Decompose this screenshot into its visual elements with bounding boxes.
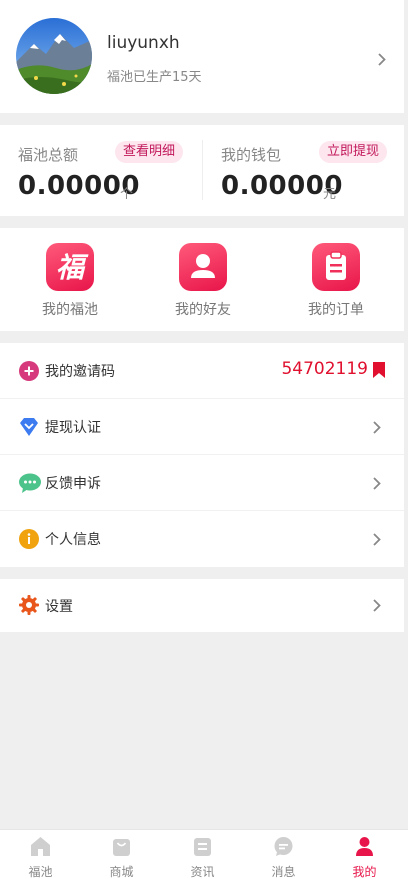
settings-label: 设置 xyxy=(45,599,73,615)
svg-text:福: 福 xyxy=(56,251,89,284)
invite-code-row[interactable]: 我的邀请码 54702119 xyxy=(0,343,404,399)
diamond-icon xyxy=(19,417,39,437)
my-friends-button[interactable]: 我的好友 xyxy=(136,228,270,331)
feedback-row[interactable]: 反馈申诉 xyxy=(0,455,404,511)
my-friends-label: 我的好友 xyxy=(175,302,231,318)
chevron-right-icon xyxy=(373,477,385,490)
gear-icon xyxy=(19,595,39,615)
username: liuyunxh xyxy=(107,33,180,53)
tab-mine-label: 我的 xyxy=(352,865,377,879)
invite-code-value[interactable]: 54702119 xyxy=(281,359,368,379)
my-pool-button[interactable]: 福 我的福池 xyxy=(3,228,137,331)
withdraw-now-button[interactable]: 立即提现 xyxy=(319,141,388,163)
personal-info-row[interactable]: 个人信息 xyxy=(0,511,404,567)
tab-pool[interactable]: 福池 xyxy=(0,830,81,879)
feedback-label: 反馈申诉 xyxy=(45,476,101,492)
my-orders-label: 我的订单 xyxy=(308,302,364,318)
tab-mine[interactable]: 我的 xyxy=(324,830,405,879)
view-details-button[interactable]: 查看明细 xyxy=(115,141,184,163)
pool-total-label: 福池总额 xyxy=(18,146,79,164)
invite-code-label: 我的邀请码 xyxy=(45,364,115,380)
shop-bag-icon xyxy=(111,836,132,857)
avatar[interactable] xyxy=(16,18,92,94)
fu-icon: 福 xyxy=(46,243,94,291)
personal-info-label: 个人信息 xyxy=(45,532,101,548)
bottom-tab-bar: 福池 商城 资讯 消息 我的 xyxy=(0,829,408,879)
clipboard-icon xyxy=(312,243,360,291)
tab-pool-label: 福池 xyxy=(28,865,53,879)
balance-card: 福池总额 查看明细 0.00000 个 我的钱包 立即提现 0.00000 元 xyxy=(0,125,404,216)
info-icon xyxy=(19,529,39,549)
withdraw-auth-row[interactable]: 提现认证 xyxy=(0,399,404,455)
quick-actions-grid: 福 我的福池 我的好友 我的订单 xyxy=(0,228,404,331)
profile-header[interactable]: liuyunxh 福池已生产15天 xyxy=(0,0,404,113)
settings-row[interactable]: 设置 xyxy=(0,579,404,632)
chevron-right-icon xyxy=(373,533,385,546)
wallet-label: 我的钱包 xyxy=(221,146,282,164)
my-pool-label: 我的福池 xyxy=(42,302,98,318)
pool-total-unit: 个 xyxy=(120,187,134,202)
tab-messages[interactable]: 消息 xyxy=(243,830,324,879)
tab-messages-label: 消息 xyxy=(271,865,296,879)
home-icon xyxy=(30,836,51,857)
menu-list: 我的邀请码 54702119 提现认证 反馈申诉 个人信息 xyxy=(0,343,404,567)
my-orders-button[interactable]: 我的订单 xyxy=(269,228,403,331)
plus-icon xyxy=(19,361,39,381)
tab-news[interactable]: 资讯 xyxy=(162,830,243,879)
chat-bubble-icon xyxy=(19,473,41,493)
user-icon xyxy=(179,243,227,291)
pool-balance: 福池总额 查看明细 0.00000 个 xyxy=(0,125,202,216)
tab-shop[interactable]: 商城 xyxy=(81,830,162,879)
wallet-unit: 元 xyxy=(323,187,337,202)
message-icon xyxy=(273,836,294,857)
chevron-right-icon[interactable] xyxy=(378,53,390,66)
chevron-right-icon xyxy=(373,421,385,434)
pool-age-text: 福池已生产15天 xyxy=(107,70,202,85)
wallet-balance: 我的钱包 立即提现 0.00000 元 xyxy=(203,125,405,216)
withdraw-auth-label: 提现认证 xyxy=(45,420,101,436)
chevron-right-icon xyxy=(373,599,385,612)
tab-shop-label: 商城 xyxy=(109,865,134,879)
bookmark-icon[interactable] xyxy=(373,362,385,378)
person-icon xyxy=(354,836,375,857)
tab-news-label: 资讯 xyxy=(190,865,215,879)
news-icon xyxy=(192,836,213,857)
